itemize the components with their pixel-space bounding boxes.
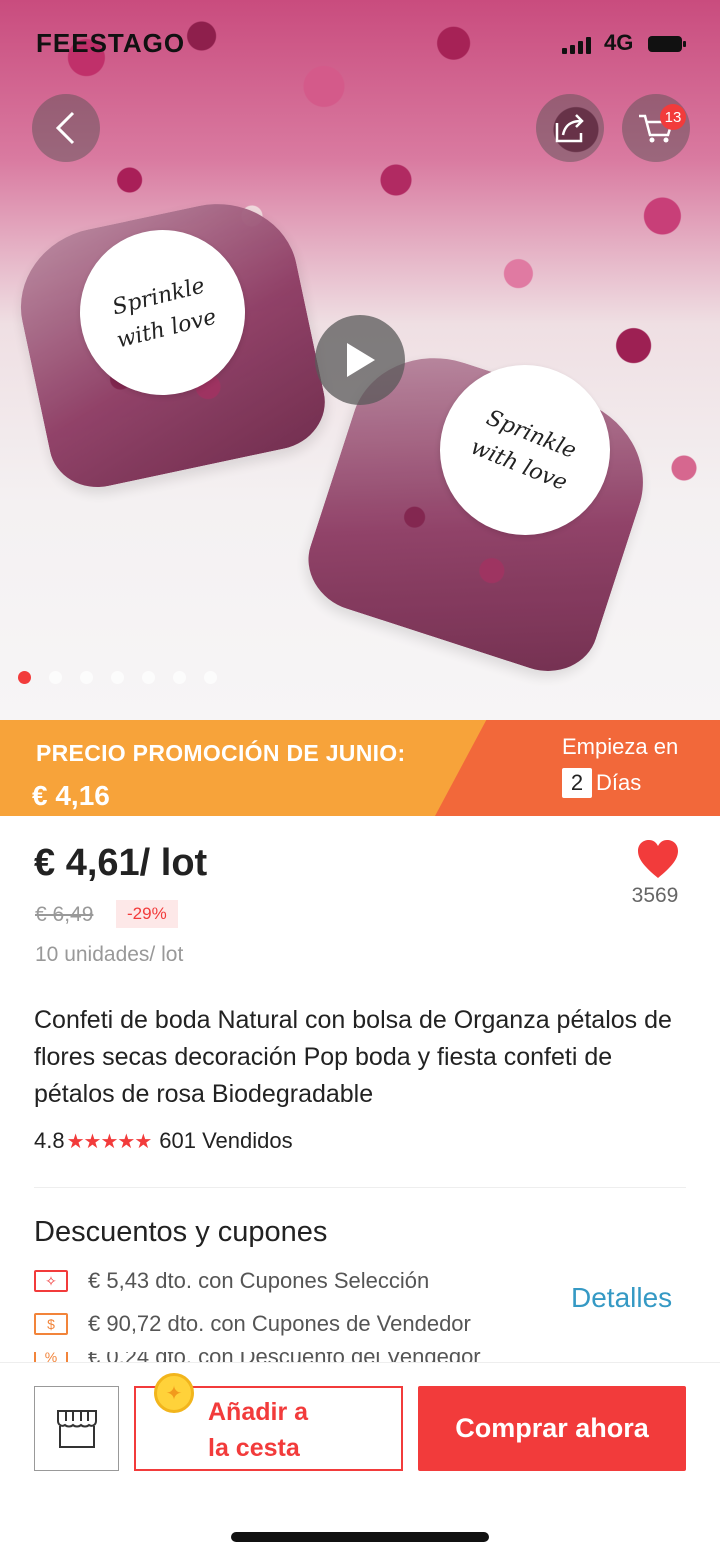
sold-count: 601 Vendidos [159, 1128, 293, 1153]
rating-value: 4.8 [34, 1128, 65, 1153]
coupons-section-title: Descuentos y cupones [34, 1216, 328, 1248]
rating-row[interactable]: 4.8 ★★★★★ 601 Vendidos [34, 1128, 293, 1154]
cart-button[interactable]: 13 [622, 94, 690, 162]
gallery-dot[interactable] [173, 671, 186, 684]
gallery-dot[interactable] [204, 671, 217, 684]
coupon-text: € 5,43 dto. con Cupones Selección [88, 1268, 430, 1293]
product-title: Confeti de boda Natural con bolsa de Org… [34, 1006, 672, 1108]
coupon-item[interactable]: $ € 90,72 dto. con Cupones de Vendedor [34, 1311, 471, 1337]
buy-now-button[interactable]: Comprar ahora [418, 1386, 686, 1471]
discount-badge: -29% [116, 900, 178, 928]
heart-icon[interactable] [636, 838, 680, 880]
gallery-dot[interactable] [80, 671, 93, 684]
gallery-dot[interactable] [18, 671, 31, 684]
share-button[interactable] [536, 94, 604, 162]
coupon-item[interactable]: ✧ € 5,43 dto. con Cupones Selección [34, 1268, 429, 1294]
original-price: € 6,49 [35, 903, 94, 926]
coupon-text: € 90,72 dto. con Cupones de Vendedor [88, 1311, 471, 1336]
bottom-action-bar: Añadir a la cesta ✦ Comprar ahora [0, 1362, 720, 1558]
promo-countdown: 2 Días [562, 768, 641, 798]
coupon-item[interactable]: % € 0,24 dto. con Descuento del Vendedor [34, 1352, 481, 1362]
coin-icon: ✦ [154, 1373, 194, 1413]
product-image-gallery[interactable]: Sprinkle with love Sprinkle with love FE… [0, 0, 720, 720]
store-button[interactable] [34, 1386, 119, 1471]
add-to-cart-label-line1: Añadir a [208, 1398, 309, 1426]
gallery-dot[interactable] [49, 671, 62, 684]
promo-days-label: Días [596, 770, 642, 795]
brand-watermark: FEESTAGO [36, 28, 186, 58]
promo-days-value: 2 [562, 768, 592, 798]
status-bar: FEESTAGO 4G [0, 28, 720, 62]
product-price: € 4,61/ lot [34, 842, 208, 884]
play-icon [347, 343, 375, 377]
coupon-text: € 0,24 dto. con Descuento del Vendedor [88, 1352, 481, 1362]
gallery-dot[interactable] [111, 671, 124, 684]
promo-starts-label: Empieza en [562, 734, 679, 759]
cart-count-badge: 13 [660, 104, 686, 130]
network-label: 4G [604, 30, 634, 55]
section-divider [34, 1187, 686, 1188]
gallery-pagination [18, 671, 217, 684]
seller-discount-icon: % [34, 1352, 68, 1362]
add-to-cart-label-line2: la cesta [208, 1434, 300, 1462]
units-per-lot: 10 unidades/ lot [35, 943, 184, 966]
play-video-button[interactable] [315, 315, 405, 405]
store-icon [56, 1409, 97, 1448]
chevron-left-icon [55, 111, 75, 145]
coupon-ticket-icon: ✧ [34, 1270, 68, 1292]
back-button[interactable] [32, 94, 100, 162]
seller-coupon-icon: $ [34, 1313, 68, 1335]
share-icon [555, 114, 584, 143]
battery-icon [648, 36, 686, 52]
promo-price: € 4,16 [32, 780, 110, 811]
favorites-count: 3569 [631, 884, 679, 907]
promo-title: PRECIO PROMOCIÓN DE JUNIO: [36, 740, 406, 766]
coupons-details-link[interactable]: Detalles [571, 1282, 672, 1314]
gallery-dot[interactable] [142, 671, 155, 684]
rating-stars: ★★★★★ [66, 1130, 153, 1153]
promo-banner: PRECIO PROMOCIÓN DE JUNIO: € 4,16 Empiez… [0, 720, 720, 816]
home-indicator[interactable] [231, 1532, 489, 1542]
signal-icon [562, 34, 591, 54]
